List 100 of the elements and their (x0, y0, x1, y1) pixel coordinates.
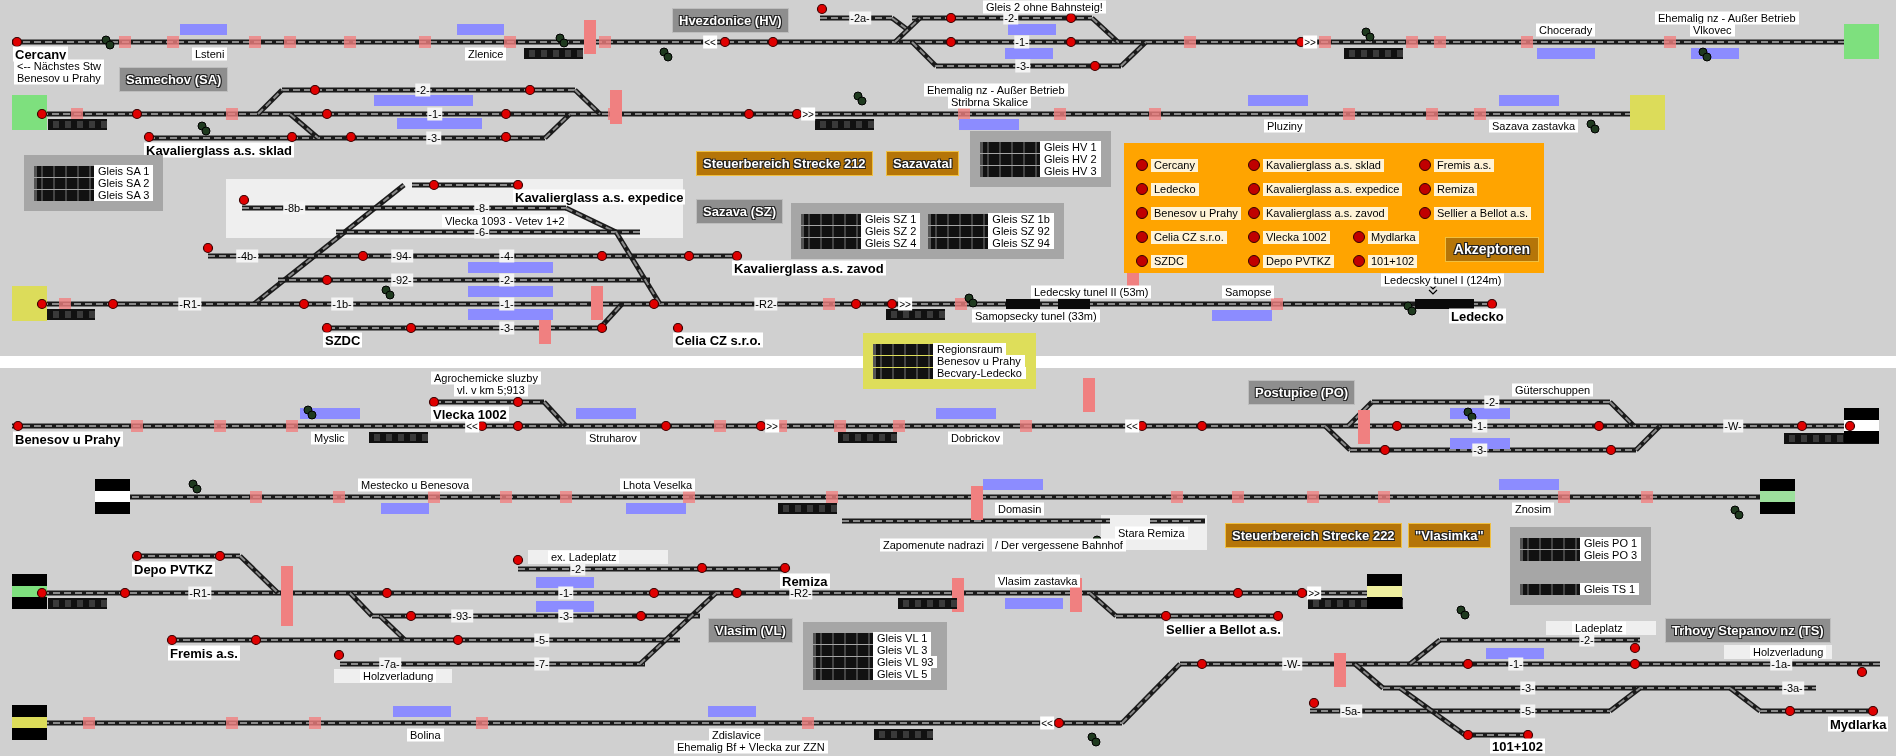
station-name: Kavalierglass a.s. zavod (732, 260, 886, 276)
station-name: Depo PVTKZ (132, 561, 215, 577)
place-label: Ehemalig Bf + Vlecka zur ZZN (674, 740, 828, 754)
track-number-label: -2- (570, 562, 586, 576)
track-number-label: -3- (1520, 681, 1536, 695)
place-label: Vlasim zastavka (995, 574, 1081, 588)
acceptor-label: Ledecko (1151, 182, 1199, 196)
acceptor-label: Fremis a.s. (1434, 158, 1495, 172)
direction-arrow-label: << (703, 35, 717, 49)
place-label: Pluziny (1264, 119, 1306, 133)
place-label: Stara Remiza (1115, 526, 1188, 540)
station-header: Hvezdonice (HV) (672, 8, 789, 33)
station-name: Remiza (780, 573, 830, 589)
acceptor-label: Benesov u Prahy (1151, 206, 1241, 220)
direction-arrow-label: >> (898, 297, 912, 311)
acceptor-label: Kavalierglass a.s. zavod (1263, 206, 1388, 220)
track-name-label: Gleis SA 1 (94, 165, 154, 177)
track-number-label: -94- (391, 249, 413, 263)
acceptor-label: Vlecka 1002 (1263, 230, 1330, 244)
area-header: Steuerbereich Strecke 222 (1225, 523, 1402, 548)
place-label: Struharov (586, 431, 640, 445)
direction-arrow-label: >> (801, 107, 815, 121)
track-name-label: Gleis TS 1 (1580, 583, 1640, 595)
place-label: / Der vergessene Bahnhof (992, 538, 1126, 552)
track-name-label: Gleis HV 1 (1040, 141, 1101, 153)
station-name: Celia CZ s.r.o. (673, 332, 763, 348)
place-label: Myslic (311, 431, 348, 445)
track-name-label: Gleis VL 1 (873, 632, 932, 644)
track-number-label: -2- (499, 273, 515, 287)
place-label: vl. v km 5;913 (454, 383, 528, 397)
track-number-label: -8- (474, 201, 490, 215)
track-name-label: Gleis VL 3 (873, 644, 932, 656)
track-number-label: -R1- (178, 297, 202, 311)
track-number-label: -2- (1003, 11, 1019, 25)
track-name-label: Gleis SA 2 (94, 177, 154, 189)
track-number-label: -3- (1472, 443, 1488, 457)
place-label: Gleis 2 ohne Bahnsteig! (983, 0, 1106, 14)
track-number-label: -W- (1723, 419, 1743, 433)
track-number-label: -5- (1520, 704, 1536, 718)
place-label: Lsteni (192, 47, 228, 61)
acceptor-label: 101+102 (1368, 254, 1418, 268)
track-number-label: -1b- (331, 297, 353, 311)
acceptor-label: SZDC (1151, 254, 1187, 268)
track-number-label: -3- (1015, 59, 1031, 73)
place-label: <-- Nächstes Stw (14, 59, 105, 73)
station-name: Ledecko (1449, 308, 1506, 324)
place-label: Benesov u Prahy (14, 71, 104, 85)
place-label: Ehemalig nz - Außer Betrieb (924, 83, 1068, 97)
track-number-label: -2a- (849, 11, 871, 25)
acceptor-label: Kavalierglass a.s. expedice (1263, 182, 1403, 196)
acceptor-label: Cercany (1151, 158, 1198, 172)
track-number-label: -3- (426, 131, 442, 145)
station-name: Vlecka 1002 (431, 406, 509, 422)
acceptor-label: Celia CZ s.r.o. (1151, 230, 1227, 244)
place-label: Güterschuppen (1512, 383, 1594, 397)
acceptor-label: Depo PVTKZ (1263, 254, 1334, 268)
track-number-label: -7a- (379, 657, 401, 671)
place-label: Lhota Veselka (620, 478, 696, 492)
direction-arrow-label: << (1040, 716, 1054, 730)
place-label: ex. Ladeplatz (548, 550, 620, 564)
track-name-label: Regionsraum (933, 343, 1007, 355)
area-header: "Vlasimka" (1408, 523, 1491, 548)
acceptor-label: Remiza (1434, 182, 1478, 196)
track-name-label: Gleis PO 3 (1580, 549, 1642, 561)
track-number-label: -2- (415, 83, 431, 97)
station-name: Kavalierglass a.s. expedice (513, 189, 686, 205)
track-name-label: Gleis SZ 94 (988, 237, 1054, 249)
track-number-label: -7- (534, 657, 550, 671)
track-name-label: Gleis SZ 4 (861, 237, 921, 249)
track-number-label: -2- (1484, 395, 1500, 409)
station-name: Sellier a Bellot a.s. (1164, 621, 1283, 637)
acceptor-label: Kavalierglass a.s. sklad (1263, 158, 1384, 172)
track-number-label: -1- (1472, 419, 1488, 433)
legend-title: Akzeptoren (1444, 236, 1539, 262)
place-label: Agrochemicke sluzby (431, 371, 541, 385)
place-label: Zdislavice (709, 728, 764, 742)
track-name-label: Benesov u Prahy (933, 355, 1025, 367)
place-label: Zapomenute nadrazi (880, 538, 987, 552)
station-name: Kavalierglass a.s. sklad (144, 142, 294, 158)
station-name: 101+102 (1490, 738, 1545, 754)
track-number-label: -6- (474, 225, 490, 239)
acceptor-label: Sellier a Bellot a.s. (1434, 206, 1532, 220)
track-number-label: -4b- (236, 249, 258, 263)
direction-arrow-label: << (465, 419, 479, 433)
track-number-label: -5a- (1340, 704, 1362, 718)
track-number-label: -W- (1282, 657, 1302, 671)
track-number-label: -4- (499, 249, 515, 263)
track-number-label: -1- (1014, 35, 1030, 49)
track-number-label: -R1- (188, 586, 212, 600)
acceptor-label: Mydlarka (1368, 230, 1419, 244)
track-number-label: -5- (534, 633, 550, 647)
track-name-label: Gleis SZ 1 (861, 213, 921, 225)
station-header: Trhovy Stepanov nz (TS) (1665, 618, 1831, 643)
station-name: Benesov u Prahy (13, 431, 123, 447)
place-label: Ledecsky tunel I (124m) (1381, 273, 1505, 287)
track-number-label: -3- (558, 609, 574, 623)
place-label: Samopsecky tunel (33m) (972, 309, 1100, 323)
track-number-label: -8b- (283, 201, 305, 215)
place-label: Mestecko u Benesova (358, 478, 473, 492)
station-header: Samechov (SA) (119, 67, 229, 92)
